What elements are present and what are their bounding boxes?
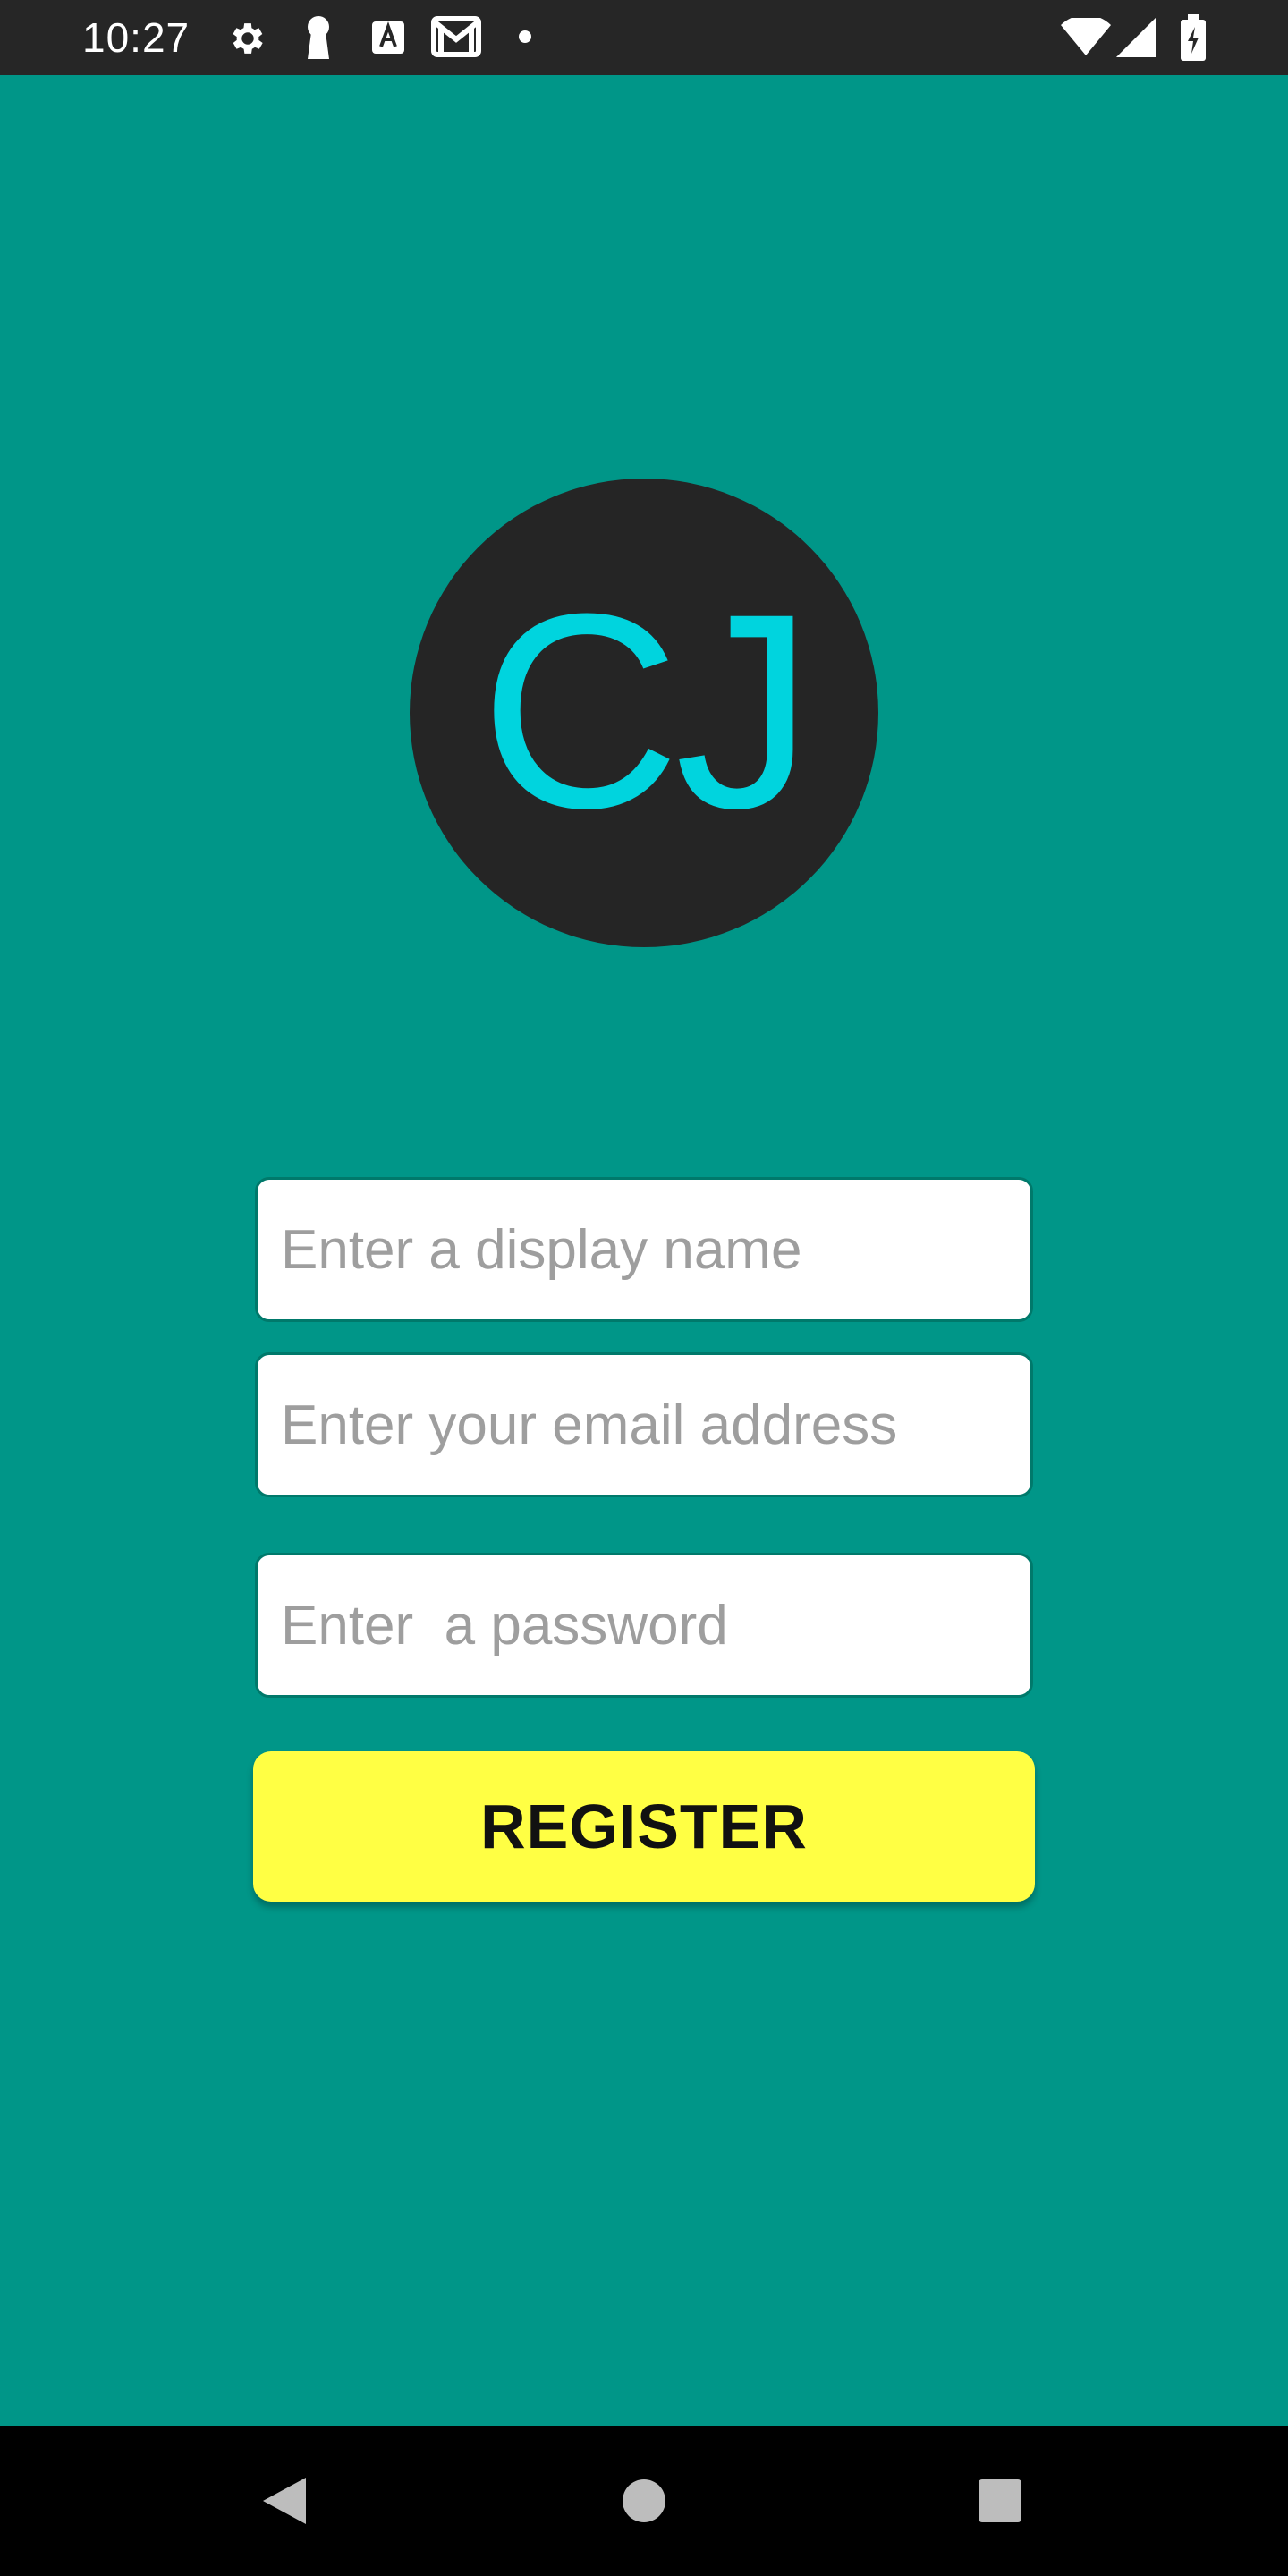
email-field[interactable] — [255, 1352, 1033, 1497]
app-logo: CJ — [410, 479, 878, 947]
display-name-input[interactable] — [258, 1180, 1030, 1319]
display-name-field[interactable] — [255, 1177, 1033, 1322]
battery-icon — [1181, 14, 1206, 65]
recents-icon — [979, 2479, 1021, 2522]
home-button[interactable] — [572, 2426, 716, 2576]
back-button[interactable] — [213, 2426, 356, 2576]
back-icon — [263, 2478, 306, 2524]
register-button[interactable]: REGISTER — [253, 1751, 1035, 1902]
signal-icon — [1116, 18, 1156, 62]
dot-icon — [519, 30, 531, 43]
a-icon — [370, 20, 406, 60]
gear-icon — [227, 18, 268, 64]
keyhole-icon — [304, 16, 333, 64]
status-bar: 10:27 — [0, 0, 1288, 75]
recents-button[interactable] — [928, 2426, 1072, 2576]
password-input[interactable] — [258, 1555, 1030, 1695]
logo-initials: CJ — [479, 555, 814, 866]
email-input[interactable] — [258, 1355, 1030, 1495]
password-field[interactable] — [255, 1553, 1033, 1698]
wifi-icon — [1061, 14, 1111, 62]
navigation-bar — [0, 2426, 1288, 2576]
status-time: 10:27 — [82, 14, 191, 61]
mail-icon — [431, 16, 481, 62]
home-icon — [623, 2479, 665, 2522]
